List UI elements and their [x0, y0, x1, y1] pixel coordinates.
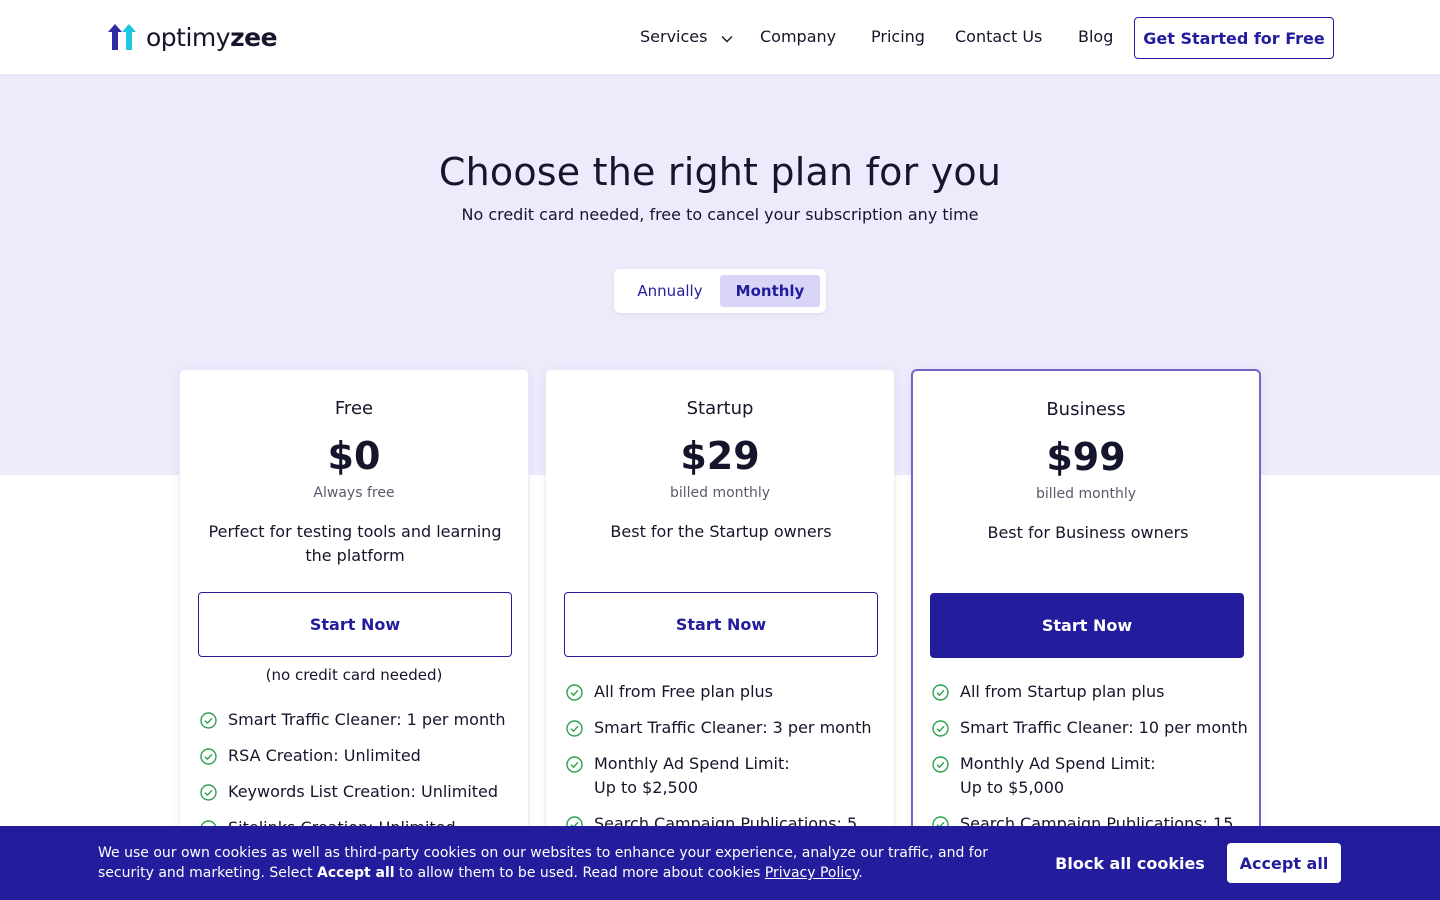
plan-period: billed monthly	[1035, 486, 1137, 502]
plan-price: $0	[327, 434, 381, 478]
feature-list: All from Free plan plus Smart Traffic Cl…	[566, 680, 872, 848]
list-item: Keywords List Creation: Unlimited	[200, 780, 520, 804]
start-now-button-business[interactable]: Start Now	[930, 593, 1244, 658]
check-circle-icon	[200, 784, 217, 808]
plan-description: Perfect for testing tools and learning t…	[208, 522, 502, 565]
start-now-button-startup[interactable]: Start Now	[564, 592, 878, 657]
list-item: Smart Traffic Cleaner: 3 per month	[566, 716, 886, 740]
block-all-cookies-button[interactable]: Block all cookies	[1048, 843, 1212, 883]
billing-option-annually[interactable]: Annually	[620, 275, 720, 307]
check-circle-icon	[932, 684, 949, 708]
logo-wordmark: optimyzee	[146, 22, 278, 52]
nav-services-label: Services	[640, 27, 708, 46]
get-started-button[interactable]: Get Started for Free	[1134, 17, 1334, 59]
plan-name: Startup	[686, 398, 754, 419]
list-item: Monthly Ad Spend Limit: Up to $2,500	[566, 752, 816, 800]
list-item: Smart Traffic Cleaner: 10 per month	[932, 716, 1252, 740]
plan-note: (no credit card needed)	[265, 666, 443, 684]
plan-card-business: Business $99 billed monthly Best for Bus…	[911, 369, 1261, 900]
list-item: Monthly Ad Spend Limit: Up to $5,000	[932, 752, 1182, 800]
billing-option-monthly[interactable]: Monthly	[720, 275, 820, 307]
billing-toggle: Annually Monthly	[614, 269, 826, 313]
plan-name: Free	[334, 398, 374, 419]
nav-services[interactable]: Services	[640, 27, 733, 47]
check-circle-icon	[200, 712, 217, 736]
list-item: All from Startup plan plus	[932, 680, 1252, 704]
start-now-button-free[interactable]: Start Now	[198, 592, 512, 657]
list-item: All from Free plan plus	[566, 680, 886, 704]
plan-card-startup: Startup $29 billed monthly Best for the …	[545, 369, 895, 900]
chevron-down-icon	[721, 28, 733, 47]
cookie-message: We use our own cookies as well as third-…	[98, 845, 989, 881]
plan-description: Best for Business owners	[987, 523, 1189, 542]
nav-blog[interactable]: Blog	[1078, 27, 1113, 46]
plan-period: billed monthly	[669, 485, 771, 501]
plan-card-free: Free $0 Always free Perfect for testing …	[179, 369, 529, 900]
logo-arrows-icon	[108, 24, 136, 50]
page-title: Choose the right plan for you	[438, 150, 1002, 194]
accept-all-button[interactable]: Accept all	[1227, 843, 1341, 883]
nav-company[interactable]: Company	[760, 27, 836, 46]
site-header: optimyzee Services Company Pricing Conta…	[0, 0, 1440, 75]
cookie-banner: We use our own cookies as well as third-…	[0, 826, 1440, 900]
check-circle-icon	[932, 720, 949, 744]
plan-name: Business	[1046, 399, 1126, 420]
logo[interactable]: optimyzee	[106, 22, 278, 52]
nav-contact-us[interactable]: Contact Us	[955, 27, 1042, 46]
check-circle-icon	[566, 720, 583, 744]
page-subtitle: No credit card needed, free to cancel yo…	[461, 205, 979, 224]
nav-pricing[interactable]: Pricing	[871, 27, 925, 46]
privacy-policy-link[interactable]: Privacy Policy	[765, 865, 858, 881]
check-circle-icon	[566, 756, 583, 780]
list-item: RSA Creation: Unlimited	[200, 744, 520, 768]
plan-price: $29	[680, 434, 760, 478]
check-circle-icon	[200, 748, 217, 772]
list-item: Smart Traffic Cleaner: 1 per month	[200, 708, 520, 732]
plan-period: Always free	[313, 485, 395, 501]
check-circle-icon	[566, 684, 583, 708]
plan-description: Best for the Startup owners	[610, 522, 832, 541]
check-circle-icon	[932, 756, 949, 780]
plan-price: $99	[1046, 435, 1126, 479]
feature-list: All from Startup plan plus Smart Traffic…	[932, 680, 1248, 848]
